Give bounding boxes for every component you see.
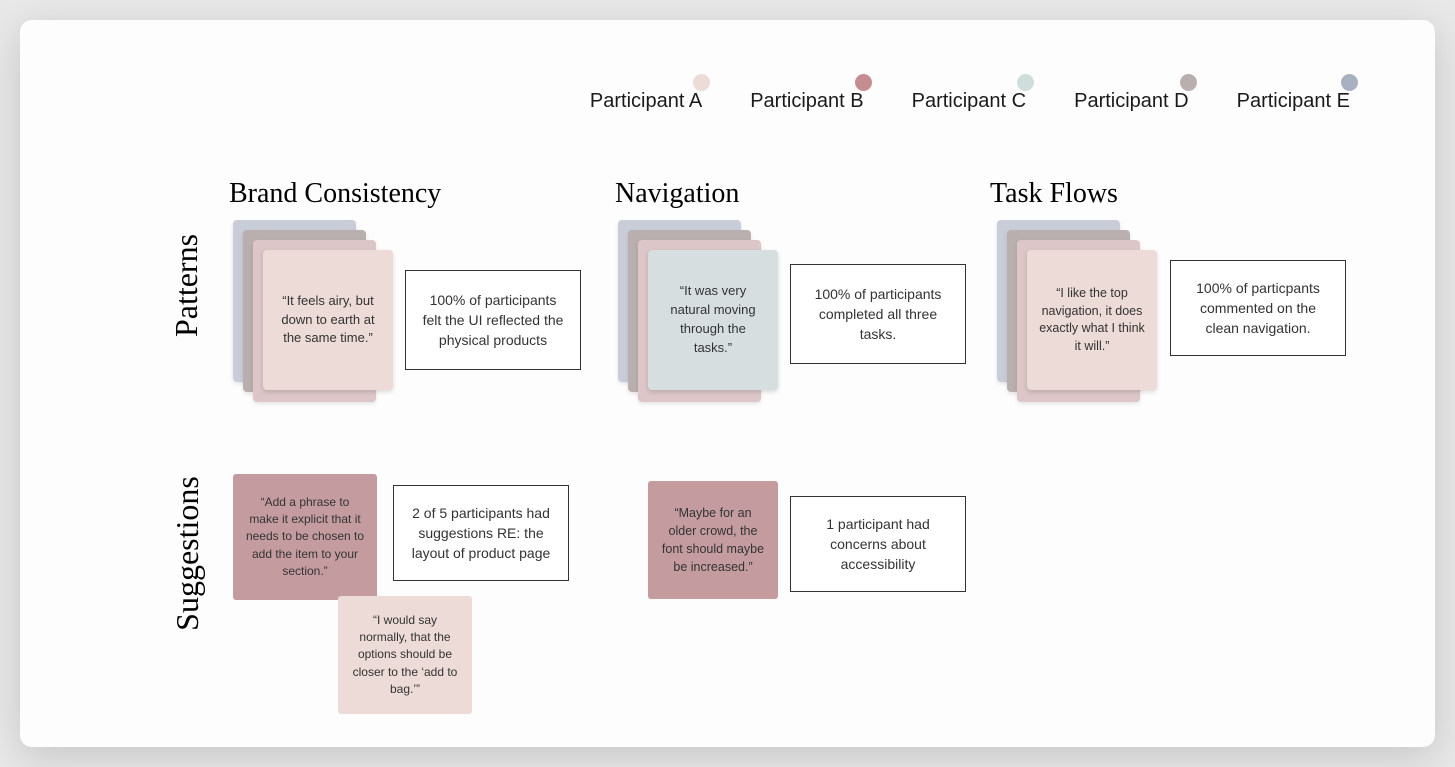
summary-box-nav-patterns: 100% of participants completed all three…	[790, 264, 966, 364]
legend-item-b: Participant B	[750, 90, 863, 113]
column-header-taskflows: Task Flows	[990, 178, 1118, 210]
quote-card-brand-sugg-2: “I would say normally, that the options …	[338, 596, 472, 714]
legend-item-c: Participant C	[912, 90, 1027, 113]
summary-box-brand-patterns: 100% of participants felt the UI reflect…	[405, 270, 581, 370]
quote-card-nav-patterns: “It was very natural moving through the …	[648, 250, 778, 390]
quote-card-brand-patterns: “It feels airy, but down to earth at the…	[263, 250, 393, 390]
row-label-suggestions: Suggestions	[169, 476, 206, 631]
row-label-patterns: Patterns	[168, 234, 205, 337]
participant-legend: Participant A Participant B Participant …	[590, 90, 1350, 113]
legend-item-a: Participant A	[590, 90, 702, 113]
legend-dot-e	[1341, 74, 1358, 91]
legend-dot-a	[693, 74, 710, 91]
column-header-navigation: Navigation	[615, 178, 739, 210]
summary-box-nav-sugg: 1 participant had concerns about accessi…	[790, 496, 966, 592]
legend-item-e: Participant E	[1237, 90, 1350, 113]
legend-label: Participant B	[750, 90, 863, 113]
legend-dot-c	[1017, 74, 1034, 91]
legend-label: Participant A	[590, 90, 702, 113]
legend-item-d: Participant D	[1074, 90, 1189, 113]
summary-box-taskflows-patterns: 100% of particpants commented on the cle…	[1170, 260, 1346, 356]
quote-card-nav-sugg: “Maybe for an older crowd, the font shou…	[648, 481, 778, 599]
summary-box-brand-sugg: 2 of 5 participants had suggestions RE: …	[393, 485, 569, 581]
quote-card-taskflows-patterns: “I like the top navigation, it does exac…	[1027, 250, 1157, 390]
legend-label: Participant D	[1074, 90, 1189, 113]
column-header-brand: Brand Consistency	[229, 178, 441, 210]
legend-dot-b	[855, 74, 872, 91]
legend-label: Participant E	[1237, 90, 1350, 113]
slide-container: Participant A Participant B Participant …	[20, 20, 1435, 747]
legend-dot-d	[1180, 74, 1197, 91]
legend-label: Participant C	[912, 90, 1027, 113]
quote-card-brand-sugg-1: “Add a phrase to make it explicit that i…	[233, 474, 377, 600]
